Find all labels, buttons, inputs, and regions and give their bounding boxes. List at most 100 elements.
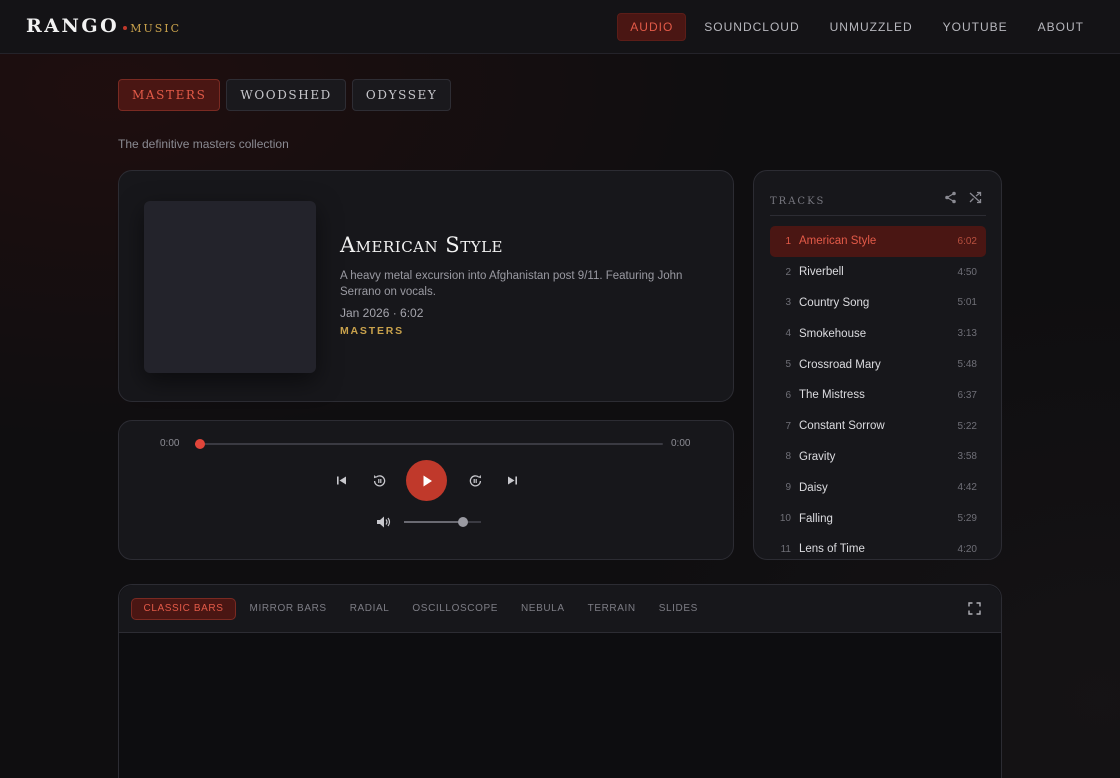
skip-previous-icon [336,476,346,484]
collection-tabs: MASTERS WOODSHED ODYSSEY [118,79,452,111]
forward-button[interactable] [465,470,485,490]
track-name: Riverbell [799,266,844,279]
track-duration: 5:48 [957,359,977,371]
visualizer-mode-tabs: CLASSIC BARS MIRROR BARS RADIAL OSCILLOS… [131,598,709,620]
nav-unmuzzled[interactable]: UNMUZZLED [818,13,925,41]
tab-woodshed[interactable]: WOODSHED [226,79,346,111]
track-name: Smokehouse [799,327,867,340]
track-duration: 6:02 [957,235,977,247]
album-description: A heavy metal excursion into Afghanistan… [340,270,683,298]
progress-thumb[interactable] [194,439,205,449]
previous-button[interactable] [331,470,351,490]
track-row[interactable]: 10 Falling 5:29 [770,503,986,534]
fast-forward-icon [469,474,481,486]
album-title: American Style [340,233,504,257]
volume-thumb[interactable] [457,517,468,527]
tracks-title: TRACKS [770,196,826,207]
track-number: 7 [785,420,791,432]
album-meta: Jan 2026 · 6:02 [340,306,424,320]
track-row[interactable]: 7 Constant Sorrow 5:22 [770,411,986,442]
collection-description: The definitive masters collection [118,137,289,151]
album-tag: MASTERS [340,325,404,337]
progress-bar[interactable] [194,439,663,449]
track-name: Constant Sorrow [799,420,885,433]
nav-audio[interactable]: AUDIO [617,13,687,41]
volume-fill [404,521,463,523]
track-row[interactable]: 9 Daisy 4:42 [770,472,986,503]
logo-name: RANGO [26,15,120,37]
visualizer-toolbar: CLASSIC BARS MIRROR BARS RADIAL OSCILLOS… [119,585,1001,633]
viz-tab-terrain[interactable]: TERRAIN [576,598,647,620]
track-row[interactable]: 5 Crossroad Mary 5:48 [770,349,986,380]
track-name: Lens of Time [799,543,865,556]
nav-youtube[interactable]: YOUTUBE [931,13,1020,41]
logo-dot [123,26,128,30]
total-time: 0:00 [671,438,691,449]
viz-tab-classic-bars[interactable]: CLASSIC BARS [131,598,237,620]
viz-tab-mirror-bars[interactable]: MIRROR BARS [238,598,338,620]
play-icon [423,475,432,486]
track-name: Gravity [799,450,836,463]
next-button[interactable] [502,470,522,490]
track-number: 9 [785,482,791,494]
track-row[interactable]: 11 Lens of Time 4:20 [770,534,986,559]
current-time: 0:00 [160,438,180,449]
track-row[interactable]: 6 The Mistress 6:37 [770,380,986,411]
album-cover [144,201,316,373]
track-name: Daisy [799,481,828,494]
track-duration: 3:13 [957,328,977,340]
track-name: Falling [799,512,833,525]
fullscreen-icon[interactable] [968,602,981,615]
nav-about[interactable]: ABOUT [1026,13,1096,41]
track-duration: 6:37 [957,389,977,401]
track-number: 1 [785,235,791,247]
tab-masters[interactable]: MASTERS [118,79,221,111]
track-panel-header: TRACKS [770,191,986,216]
track-name: The Mistress [799,389,865,402]
play-button[interactable] [406,460,447,501]
track-number: 11 [780,543,791,555]
audio-player: 0:00 0:00 [118,420,734,560]
track-duration: 4:50 [957,266,977,278]
rewind-button[interactable] [369,470,389,490]
logo-suffix: MUSIC [130,22,182,35]
viz-tab-nebula[interactable]: NEBULA [509,598,576,620]
visualizer-panel: CLASSIC BARS MIRROR BARS RADIAL OSCILLOS… [118,584,1002,778]
share-icon[interactable] [944,191,957,204]
volume-icon[interactable] [376,515,392,529]
main-nav: AUDIO SOUNDCLOUD UNMUZZLED YOUTUBE ABOUT [617,13,1096,41]
track-row[interactable]: 3 Country Song 5:01 [770,288,986,319]
viz-tab-oscilloscope[interactable]: OSCILLOSCOPE [401,598,510,620]
track-list: 1 American Style 6:02 2 Riverbell 4:50 3… [770,226,986,559]
track-number: 3 [785,297,791,309]
track-number: 4 [785,328,791,340]
volume-slider[interactable] [404,517,481,527]
track-number: 8 [785,451,791,463]
shuffle-icon[interactable] [969,191,982,204]
track-number: 6 [785,389,791,401]
track-duration: 3:58 [957,451,977,463]
track-panel: TRACKS 1 American Style 6:02 2 Riverbell… [753,170,1002,560]
nav-soundcloud[interactable]: SOUNDCLOUD [692,13,811,41]
track-row[interactable]: 4 Smokehouse 3:13 [770,318,986,349]
track-duration: 4:20 [957,543,977,555]
track-duration: 5:29 [957,513,977,525]
track-number: 10 [779,513,791,525]
track-row[interactable]: 8 Gravity 3:58 [770,442,986,473]
track-name: American Style [799,235,877,248]
track-duration: 5:22 [957,420,977,432]
album-card: American Style A heavy metal excursion i… [118,170,734,402]
track-name: Country Song [799,296,870,309]
skip-next-icon [507,476,517,484]
tab-odyssey[interactable]: ODYSSEY [351,79,452,111]
track-row[interactable]: 1 American Style 6:02 [770,226,986,257]
logo[interactable]: RANGO MUSIC [26,15,181,37]
viz-tab-slides[interactable]: SLIDES [647,598,709,620]
track-number: 5 [785,359,791,371]
top-bar: RANGO MUSIC AUDIO SOUNDCLOUD UNMUZZLED Y… [0,0,1120,54]
viz-tab-radial[interactable]: RADIAL [338,598,401,620]
track-duration: 5:01 [957,297,977,309]
rewind-icon [373,474,385,486]
track-row[interactable]: 2 Riverbell 4:50 [770,257,986,288]
track-number: 2 [785,266,791,278]
